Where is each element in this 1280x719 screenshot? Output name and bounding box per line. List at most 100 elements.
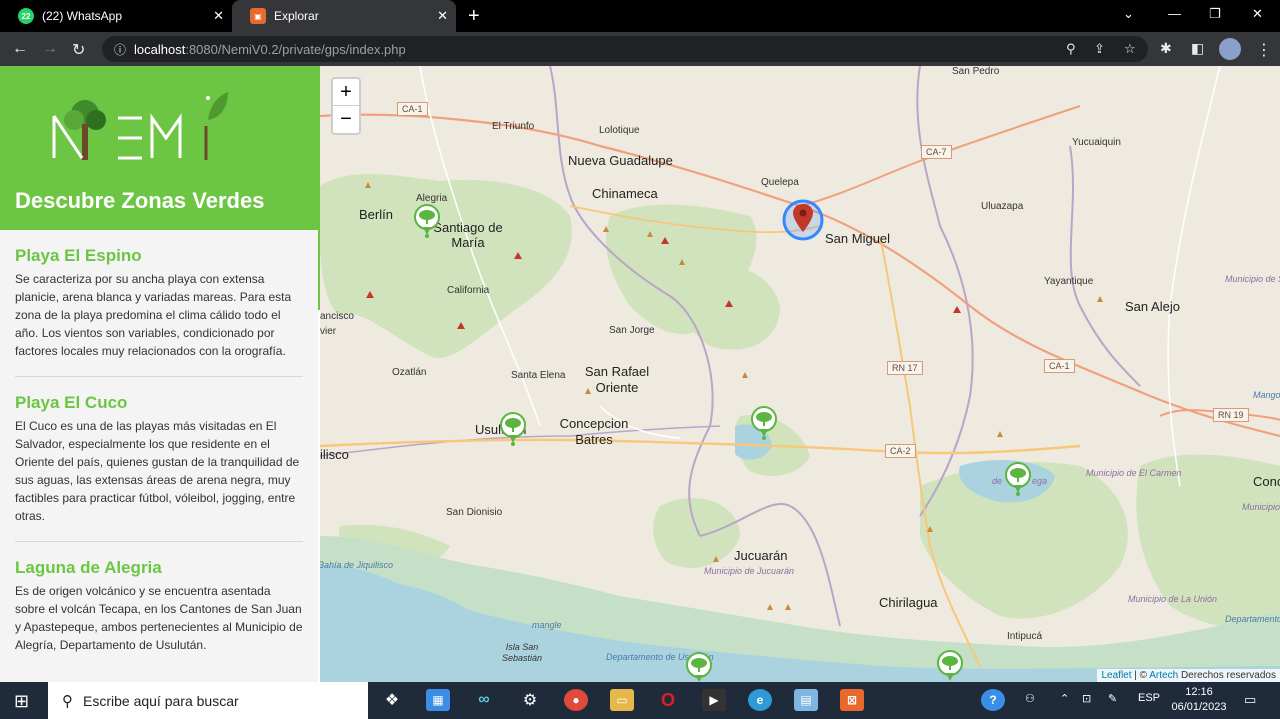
xampp-icon[interactable]: ⊠ — [840, 689, 864, 711]
map-tiles — [320, 66, 1280, 682]
place-title[interactable]: Playa El Cuco — [15, 393, 303, 413]
url-path: :8080/NemiV0.2/private/gps/index.php — [185, 41, 406, 57]
map-label: San Alejo — [1125, 299, 1180, 314]
new-tab-icon[interactable]: + — [468, 5, 480, 28]
map-label: Concepcion Batres — [559, 416, 629, 447]
media-player-icon[interactable]: ▶ — [702, 689, 726, 711]
list-item[interactable]: Playa El Cuco El Cuco es una de las play… — [15, 377, 303, 542]
reload-icon[interactable]: ↻ — [72, 40, 85, 60]
site-favicon-icon: ▣ — [250, 8, 266, 24]
back-icon[interactable]: ← — [12, 40, 28, 58]
tree-marker-icon[interactable] — [686, 652, 712, 682]
map-label: Santiago de María — [433, 220, 503, 250]
map-label: El Triunfo — [492, 121, 535, 132]
list-item[interactable]: Playa El Espino Se caracteriza por su an… — [15, 230, 303, 377]
search-placeholder: Escribe aquí para buscar — [83, 692, 239, 709]
map-label: Uluazapa — [981, 201, 1024, 212]
map-label: mangle — [532, 620, 562, 630]
place-title[interactable]: Playa El Espino — [15, 246, 303, 266]
map-label: Santa Elena — [511, 370, 566, 381]
tree-marker-icon[interactable] — [414, 204, 440, 238]
windows-start-icon[interactable]: ⊞ — [14, 691, 29, 712]
tab-title: (22) WhatsApp — [42, 9, 123, 23]
system-clock[interactable]: 12:16 06/01/2023 — [1164, 685, 1234, 715]
map-label: Municipio de Conc — [1242, 502, 1280, 512]
forward-icon[interactable]: → — [42, 40, 58, 58]
side-panel-icon[interactable]: ◧ — [1191, 40, 1204, 57]
file-explorer-icon[interactable]: ▭ — [610, 689, 634, 711]
map-label: Municipio de El Carmen — [1086, 468, 1182, 478]
chrome-icon[interactable]: ● — [564, 689, 588, 711]
maximize-icon[interactable]: ❐ — [1209, 6, 1221, 22]
map-label: San Pedro — [952, 66, 1000, 77]
taskbar-search[interactable]: ⚲ Escribe aquí para buscar — [48, 682, 368, 719]
clock-date: 06/01/2023 — [1171, 701, 1227, 713]
map-label: Mango — [1253, 390, 1280, 400]
zoom-in-button[interactable]: + — [333, 79, 359, 106]
tab-title: Explorar — [274, 9, 319, 23]
map-label: California — [447, 285, 490, 296]
help-icon[interactable]: ? — [981, 689, 1005, 711]
artech-link[interactable]: Artech — [1149, 670, 1178, 681]
attribution-rights: Derechos reservados — [1178, 670, 1276, 681]
map-label: Yayantique — [1044, 276, 1094, 287]
address-bar[interactable]: ⓘ localhost:8080/NemiV0.2/private/gps/in… — [102, 36, 1148, 62]
minimize-icon[interactable]: — — [1168, 6, 1181, 21]
tab-search-chevron-icon[interactable]: ⌄ — [1123, 6, 1134, 22]
profile-avatar[interactable] — [1219, 38, 1241, 60]
tree-marker-icon[interactable] — [751, 406, 777, 440]
opera-icon[interactable]: O — [656, 689, 680, 711]
zoom-control: + − — [331, 77, 361, 135]
close-tab-icon[interactable]: ✕ — [213, 8, 224, 24]
map-label: Conc — [1253, 474, 1280, 489]
map-label: San Rafael Oriente — [584, 364, 650, 395]
map-label: San Dionisio — [446, 507, 503, 518]
places-list: Playa El Espino Se caracteriza por su an… — [0, 230, 318, 682]
road-shield: CA-1 — [397, 102, 428, 116]
place-description: El Cuco es una de las playas más visitad… — [15, 419, 300, 523]
language-indicator[interactable]: ESP — [1138, 692, 1160, 704]
location-icon[interactable]: ⚲ — [1066, 41, 1076, 57]
pen-icon[interactable]: ✎ — [1108, 692, 1117, 705]
map-label: Yucuaiquin — [1072, 137, 1121, 148]
edge-icon[interactable]: e — [748, 689, 772, 711]
infinity-app-icon[interactable]: ∞ — [472, 689, 496, 711]
settings-gear-icon[interactable]: ⚙ — [518, 689, 542, 711]
info-icon[interactable]: ⓘ — [114, 41, 126, 58]
current-location-marker-icon[interactable] — [781, 198, 825, 242]
bookmark-star-icon[interactable]: ☆ — [1124, 41, 1136, 57]
close-tab-icon[interactable]: ✕ — [437, 8, 448, 24]
attribution-sep: | © — [1131, 670, 1150, 681]
map-label: Bahía de Jiquilisco — [320, 560, 394, 570]
tab-whatsapp[interactable]: 22 (22) WhatsApp ✕ — [0, 0, 232, 32]
remote-desktop-icon[interactable]: ▤ — [794, 689, 818, 711]
notifications-icon[interactable]: ▭ — [1244, 692, 1256, 708]
map[interactable]: San Pedro El Triunfo Lolotique Nueva Gua… — [320, 66, 1280, 682]
people-icon[interactable]: ⚇ — [1025, 692, 1035, 705]
tree-marker-icon[interactable] — [1005, 462, 1031, 496]
tray-chevron-icon[interactable]: ⌃ — [1060, 692, 1069, 705]
store-icon[interactable]: ▦ — [426, 689, 450, 711]
whatsapp-icon: 22 — [18, 8, 34, 24]
place-description: Es de origen volcánico y se encuentra as… — [15, 584, 303, 652]
extensions-icon[interactable]: ✱ — [1160, 40, 1172, 57]
dropbox-icon[interactable]: ❖ — [380, 689, 404, 711]
map-label: Quelepa — [761, 177, 799, 188]
list-item[interactable]: Laguna de Alegria Es de origen volcánico… — [15, 542, 303, 670]
place-title[interactable]: Laguna de Alegria — [15, 558, 303, 578]
search-icon: ⚲ — [62, 692, 73, 710]
close-window-icon[interactable]: ✕ — [1252, 6, 1263, 22]
menu-icon[interactable]: ⋮ — [1256, 40, 1272, 60]
share-icon[interactable]: ⇪ — [1094, 41, 1105, 57]
map-label: Jucuarán — [734, 548, 788, 563]
network-icon[interactable]: ⊡ — [1082, 692, 1091, 705]
road-shield: RN 17 — [887, 361, 923, 375]
tab-explorar[interactable]: ▣ Explorar ✕ — [232, 0, 456, 32]
sidebar: Descubre Zonas Verdes Playa El Espino Se… — [0, 66, 320, 682]
leaflet-link[interactable]: Leaflet — [1101, 670, 1131, 681]
tree-marker-icon[interactable] — [500, 412, 526, 446]
map-label: ancisco — [320, 311, 354, 322]
zoom-out-button[interactable]: − — [333, 106, 359, 133]
tree-marker-icon[interactable] — [937, 650, 963, 682]
windows-taskbar: ⊞ ⚲ Escribe aquí para buscar ❖ ▦ ∞ ⚙ ● ▭… — [0, 682, 1280, 719]
